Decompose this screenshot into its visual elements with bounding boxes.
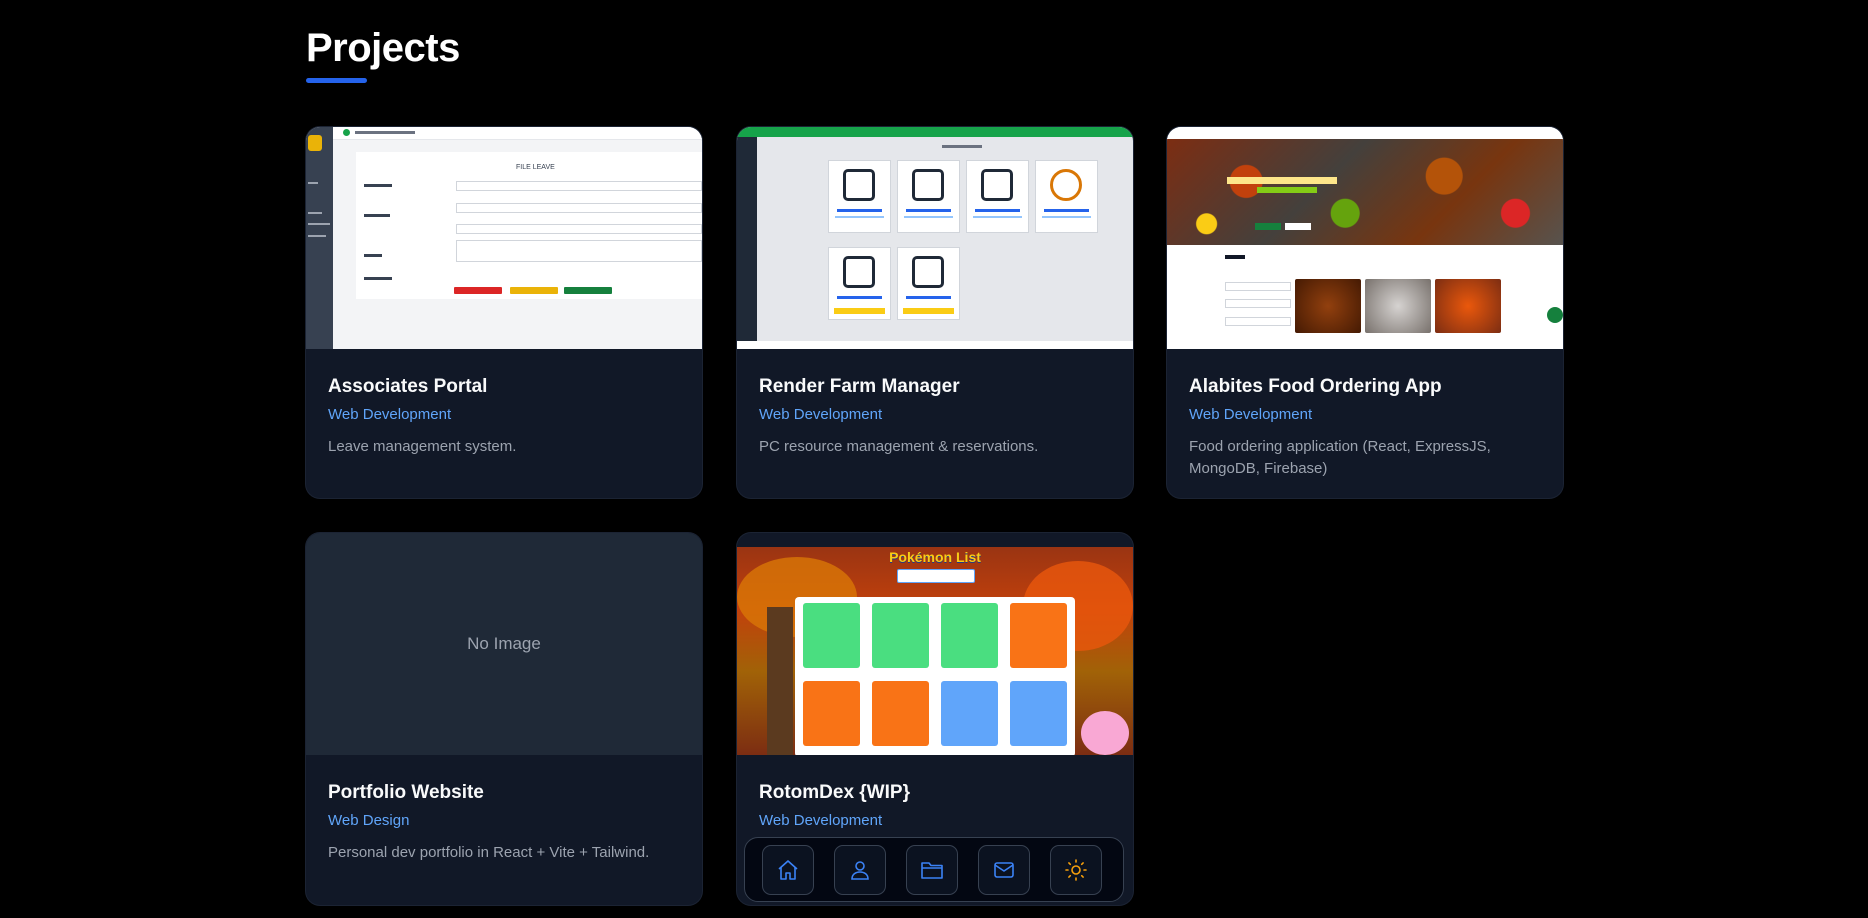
contact-button[interactable] [978, 845, 1030, 895]
user-icon [851, 861, 869, 880]
project-thumbnail [1167, 127, 1563, 349]
project-title: Alabites Food Ordering App [1189, 376, 1442, 397]
folder-icon [921, 862, 943, 879]
project-description: Leave management system. [328, 438, 517, 455]
project-card-associates-portal[interactable]: FILE LEAVE Associates Portal Web Develop… [306, 127, 702, 498]
project-title: Portfolio Website [328, 782, 484, 803]
project-thumbnail: FILE LEAVE [306, 127, 702, 349]
project-category: Web Development [759, 406, 883, 423]
form-heading: FILE LEAVE [516, 164, 555, 171]
home-button[interactable] [762, 845, 814, 895]
project-card-portfolio-website[interactable]: No Image Portfolio Website Web Design Pe… [306, 533, 702, 905]
home-icon [778, 860, 798, 880]
mail-icon [994, 862, 1014, 878]
project-category: Web Development [759, 812, 883, 829]
project-category: Web Development [1189, 406, 1313, 423]
no-image-label: No Image [467, 634, 541, 653]
project-thumbnail [737, 127, 1133, 349]
about-button[interactable] [834, 845, 886, 895]
project-category: Web Development [328, 406, 452, 423]
hero-food-image [1167, 139, 1563, 245]
project-card-render-farm-manager[interactable]: Render Farm Manager Web Development PC r… [737, 127, 1133, 498]
project-card-alabites-food-ordering-app[interactable]: Alabites Food Ordering App Web Developme… [1167, 127, 1563, 498]
project-description: Personal dev portfolio in React + Vite +… [328, 844, 650, 861]
section-title: Projects [306, 26, 460, 70]
project-description: Food ordering application (React, Expres… [1189, 438, 1491, 477]
title-underline [306, 78, 367, 83]
sidebar-preview [306, 127, 333, 349]
project-description: PC resource management & reservations. [759, 438, 1039, 455]
bottom-dock-nav [744, 837, 1124, 902]
project-thumbnail-placeholder: No Image [306, 533, 702, 755]
project-thumbnail: Pokémon List [737, 547, 1133, 755]
project-category: Web Design [328, 812, 410, 829]
theme-toggle-button[interactable] [1050, 845, 1102, 895]
projects-button[interactable] [906, 845, 958, 895]
project-title: Associates Portal [328, 376, 488, 397]
pokemon-list-heading: Pokémon List [889, 549, 981, 565]
sun-icon [1065, 859, 1087, 881]
project-title: Render Farm Manager [759, 376, 960, 397]
project-title: RotomDex {WIP} [759, 782, 910, 803]
